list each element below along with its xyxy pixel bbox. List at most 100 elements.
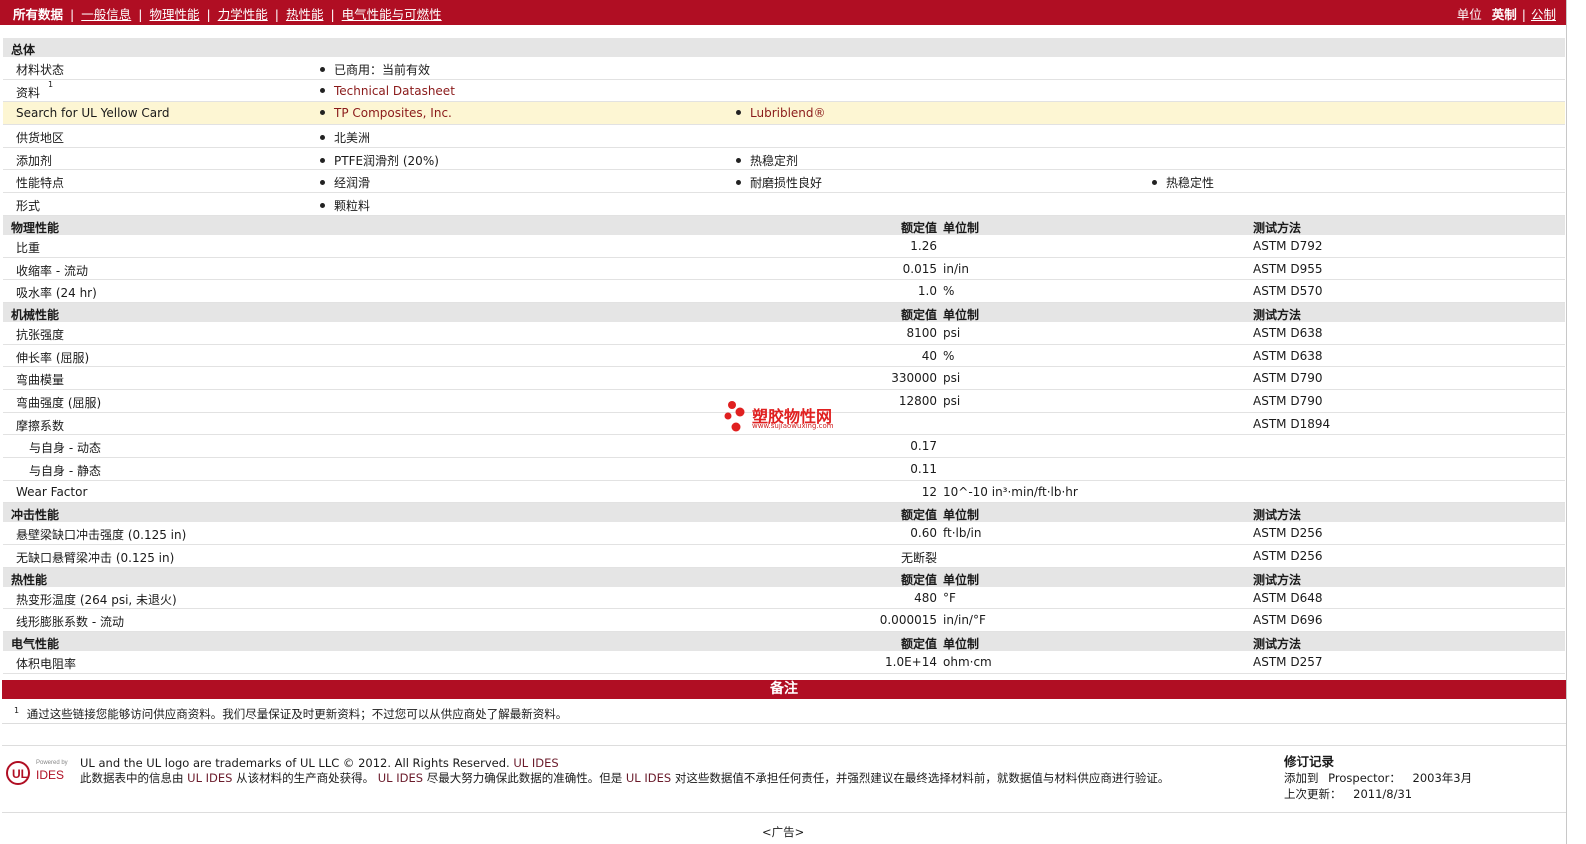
property-label: 体积电阻率	[16, 657, 77, 672]
legal-text-part: 尽最大努力确保此数据的准确性。但是	[426, 771, 623, 785]
header-method: 测试方法	[1253, 307, 1302, 322]
revision-added-label: 添加到	[1284, 771, 1319, 785]
header-unit: 单位制	[943, 637, 980, 652]
property-unit: in/in	[943, 261, 969, 276]
revision-added-where: Prospector：	[1328, 771, 1401, 785]
property-label: 抗张强度	[16, 327, 65, 342]
property-row: 比重 1.26 ASTM D792	[3, 235, 1565, 258]
legal-text-part: 对这些数据值不承担任何责任，并强烈建议在最终选择材料前，就数据值与材料供应商进行…	[674, 771, 1170, 785]
header-value: 额定值	[900, 572, 937, 587]
header-unit: 单位制	[943, 220, 980, 235]
revision-added-date: 2003年3月	[1412, 771, 1473, 785]
header-unit: 单位制	[943, 307, 980, 322]
ul-logo-icon: UL Powered by IDES	[6, 760, 68, 785]
section-title: 冲击性能	[11, 508, 60, 523]
property-method: ASTM D648	[1253, 590, 1323, 605]
bullet-icon	[320, 110, 325, 116]
property-value: 0.60	[910, 526, 937, 541]
property-unit: ft·lb/in	[943, 526, 982, 541]
divider	[2, 812, 1566, 813]
property-row: 形式 颗粒料	[3, 193, 1565, 216]
property-row: 热变形温度 (264 psi, 未退火) 480 °F ASTM D648	[3, 587, 1565, 610]
property-label: 无缺口悬臂梁冲击 (0.125 in)	[16, 551, 175, 566]
legal-text-part: 从该材料的生产商处获得。	[236, 771, 375, 785]
nav-general[interactable]: 一般信息	[81, 7, 131, 22]
property-method: ASTM D1894	[1253, 416, 1331, 431]
header-method: 测试方法	[1253, 637, 1302, 652]
property-row: 弯曲模量 330000 psi ASTM D790	[3, 367, 1565, 390]
property-label: 与自身 - 静态	[29, 464, 101, 478]
property-label: 性能特点	[16, 176, 65, 191]
property-method: ASTM D256	[1253, 526, 1323, 541]
property-label: 吸水率 (24 hr)	[16, 286, 97, 301]
property-row: 伸长率 (屈服) 40% ASTM D638	[3, 345, 1565, 368]
property-method: ASTM D955	[1253, 261, 1323, 276]
property-value[interactable]: TP Composites, Inc.	[320, 106, 452, 120]
nav-thermal[interactable]: 热性能	[286, 7, 324, 22]
value-link[interactable]: Lubriblend®	[750, 106, 826, 120]
property-value: 12800	[898, 393, 937, 408]
header-value: 额定值	[900, 220, 937, 235]
nav-mechanical[interactable]: 力学性能	[218, 7, 268, 22]
bullet-icon	[320, 87, 325, 93]
header-unit: 单位制	[943, 572, 980, 587]
value-text: 北美洲	[334, 131, 371, 146]
legal-ul-link[interactable]: UL IDES	[378, 771, 423, 785]
property-value[interactable]: Lubriblend®	[736, 106, 826, 120]
property-row: 材料状态 已商用：当前有效	[3, 57, 1565, 80]
property-unit: %	[943, 284, 955, 299]
property-method: ASTM D792	[1253, 238, 1323, 253]
units-label: 单位	[1456, 7, 1482, 22]
header-value: 额定值	[900, 637, 937, 652]
property-label: 资料	[16, 85, 41, 100]
nav-sep: |	[330, 7, 335, 22]
nav-all-data[interactable]: 所有数据	[13, 7, 63, 22]
bullet-icon	[320, 135, 325, 141]
footnote-num: 1	[14, 706, 20, 716]
property-row: 供货地区 北美洲	[3, 125, 1565, 148]
property-label: 供货地区	[16, 131, 65, 146]
units-metric[interactable]: 公制	[1531, 7, 1556, 22]
property-method: ASTM D256	[1253, 549, 1323, 564]
bullet-icon	[736, 110, 741, 116]
property-method: ASTM D790	[1253, 371, 1323, 386]
units-imperial[interactable]: 英制	[1492, 7, 1517, 22]
legal-ul-link[interactable]: UL IDES	[626, 771, 671, 785]
property-label: 热变形温度 (264 psi, 未退火)	[16, 592, 177, 607]
revision-updated: 上次更新： 2011/8/31	[1284, 786, 1472, 802]
section-header: 热性能 额定值 单位制 测试方法	[3, 567, 1565, 587]
property-label: 形式	[16, 199, 41, 214]
property-row[interactable]: Search for UL Yellow Card TP Composites, …	[3, 102, 1565, 126]
footnote-ref[interactable]: 1	[48, 80, 53, 89]
section-header: 物理性能 额定值 单位制 测试方法	[3, 215, 1565, 235]
property-value[interactable]: Technical Datasheet	[320, 84, 455, 98]
section-title: 物理性能	[11, 220, 60, 235]
header-method: 测试方法	[1253, 508, 1302, 523]
property-row: 抗张强度 8100 psi ASTM D638	[3, 322, 1565, 345]
property-row: 资料 1 Technical Datasheet	[3, 80, 1565, 103]
nav-electrical[interactable]: 电气性能与可燃性	[342, 7, 442, 22]
bullet-icon	[320, 157, 325, 163]
header-unit: 单位制	[943, 508, 980, 523]
header-value: 额定值	[900, 307, 937, 322]
property-label: 悬壁梁缺口冲击强度 (0.125 in)	[16, 528, 187, 543]
section-nav: 所有数据 | 一般信息 | 物理性能 | 力学性能 | 热性能 | 电气性能与可燃性	[13, 4, 442, 23]
nav-sep: |	[274, 7, 279, 22]
property-row: 吸水率 (24 hr) 1.0% ASTM D570	[3, 280, 1565, 303]
property-unit: %	[943, 348, 955, 363]
property-value: 1.26	[910, 238, 937, 253]
property-method: ASTM D257	[1253, 655, 1323, 670]
unit-switch: 单位 英制 | 公制	[1457, 4, 1556, 23]
legal-ul-link[interactable]: UL IDES	[187, 771, 232, 785]
value-link[interactable]: Technical Datasheet	[334, 84, 455, 98]
property-unit: psi	[943, 371, 961, 386]
nav-physical[interactable]: 物理性能	[149, 7, 199, 22]
property-row: 与自身 - 动态 0.17	[3, 435, 1565, 458]
property-row: 性能特点 经润滑 耐磨损性良好 热稳定性	[3, 170, 1565, 194]
section-header-general: 总体	[3, 38, 1565, 57]
value-text: PTFE润滑剂 (20%)	[334, 153, 439, 168]
property-value: 330000	[891, 371, 937, 386]
legal-ul-link[interactable]: UL IDES	[513, 756, 558, 770]
value-link[interactable]: TP Composites, Inc.	[334, 106, 452, 120]
nav-sep: |	[1521, 7, 1526, 22]
